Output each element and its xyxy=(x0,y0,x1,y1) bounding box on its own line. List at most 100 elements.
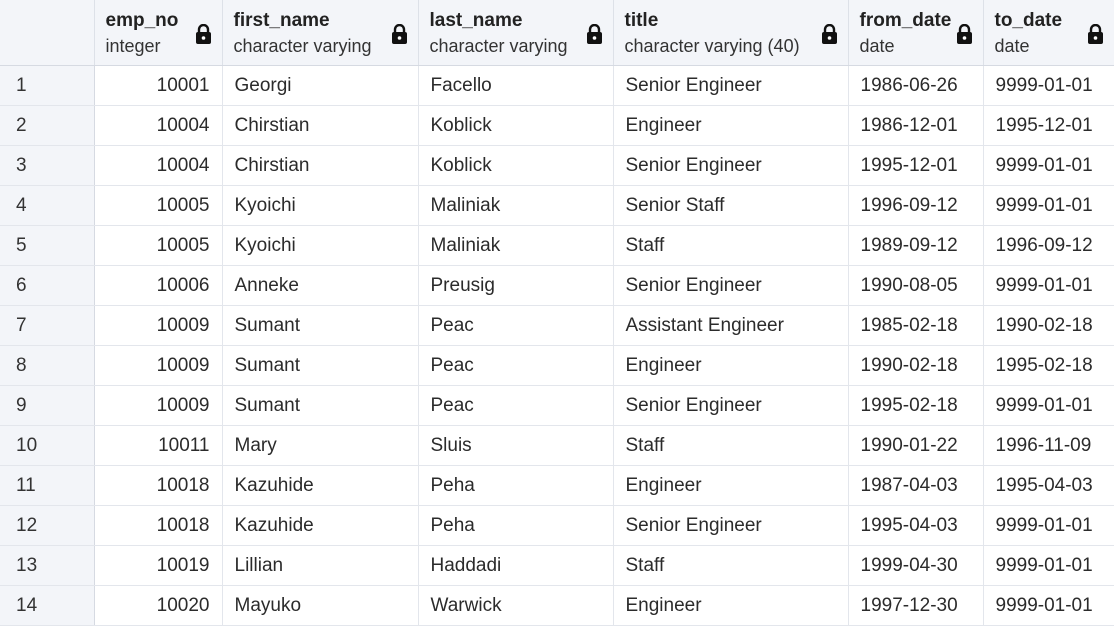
cell-last-name[interactable]: Peha xyxy=(418,465,614,506)
cell-last-name[interactable]: Koblick xyxy=(418,145,614,186)
cell-emp-no[interactable]: 10009 xyxy=(94,345,223,386)
column-header-from-date[interactable]: from_date date xyxy=(848,0,984,66)
cell-first-name[interactable]: Lillian xyxy=(222,545,419,586)
table-row[interactable]: 2 10004 Chirstian Koblick Engineer 1986-… xyxy=(0,105,1114,146)
cell-first-name[interactable]: Mary xyxy=(222,425,419,466)
row-number[interactable]: 13 xyxy=(0,545,95,586)
table-row[interactable]: 10 10011 Mary Sluis Staff 1990-01-22 199… xyxy=(0,425,1114,466)
cell-emp-no[interactable]: 10006 xyxy=(94,265,223,306)
table-row[interactable]: 9 10009 Sumant Peac Senior Engineer 1995… xyxy=(0,385,1114,426)
cell-title[interactable]: Senior Staff xyxy=(613,185,849,226)
table-row[interactable]: 4 10005 Kyoichi Maliniak Senior Staff 19… xyxy=(0,185,1114,226)
cell-emp-no[interactable]: 10004 xyxy=(94,105,223,146)
cell-last-name[interactable]: Maliniak xyxy=(418,185,614,226)
cell-to-date[interactable]: 1995-04-03 xyxy=(983,465,1114,506)
cell-from-date[interactable]: 1990-02-18 xyxy=(848,345,984,386)
cell-emp-no[interactable]: 10004 xyxy=(94,145,223,186)
cell-last-name[interactable]: Peac xyxy=(418,345,614,386)
cell-from-date[interactable]: 1995-02-18 xyxy=(848,385,984,426)
table-row[interactable]: 12 10018 Kazuhide Peha Senior Engineer 1… xyxy=(0,505,1114,546)
row-number[interactable]: 12 xyxy=(0,505,95,546)
table-row[interactable]: 11 10018 Kazuhide Peha Engineer 1987-04-… xyxy=(0,465,1114,506)
cell-first-name[interactable]: Chirstian xyxy=(222,145,419,186)
row-number[interactable]: 11 xyxy=(0,465,95,506)
cell-title[interactable]: Engineer xyxy=(613,105,849,146)
row-number[interactable]: 1 xyxy=(0,65,95,106)
cell-last-name[interactable]: Peha xyxy=(418,505,614,546)
cell-from-date[interactable]: 1989-09-12 xyxy=(848,225,984,266)
cell-emp-no[interactable]: 10001 xyxy=(94,65,223,106)
cell-last-name[interactable]: Maliniak xyxy=(418,225,614,266)
cell-from-date[interactable]: 1985-02-18 xyxy=(848,305,984,346)
cell-title[interactable]: Senior Engineer xyxy=(613,385,849,426)
cell-from-date[interactable]: 1996-09-12 xyxy=(848,185,984,226)
row-number[interactable]: 10 xyxy=(0,425,95,466)
row-number[interactable]: 5 xyxy=(0,225,95,266)
cell-emp-no[interactable]: 10009 xyxy=(94,385,223,426)
cell-first-name[interactable]: Anneke xyxy=(222,265,419,306)
cell-from-date[interactable]: 1990-08-05 xyxy=(848,265,984,306)
table-row[interactable]: 14 10020 Mayuko Warwick Engineer 1997-12… xyxy=(0,585,1114,626)
cell-to-date[interactable]: 1990-02-18 xyxy=(983,305,1114,346)
table-row[interactable]: 8 10009 Sumant Peac Engineer 1990-02-18 … xyxy=(0,345,1114,386)
cell-to-date[interactable]: 1996-11-09 xyxy=(983,425,1114,466)
cell-title[interactable]: Engineer xyxy=(613,345,849,386)
cell-title[interactable]: Senior Engineer xyxy=(613,65,849,106)
cell-last-name[interactable]: Sluis xyxy=(418,425,614,466)
cell-to-date[interactable]: 9999-01-01 xyxy=(983,505,1114,546)
table-row[interactable]: 13 10019 Lillian Haddadi Staff 1999-04-3… xyxy=(0,545,1114,586)
cell-title[interactable]: Senior Engineer xyxy=(613,145,849,186)
cell-from-date[interactable]: 1995-12-01 xyxy=(848,145,984,186)
cell-emp-no[interactable]: 10019 xyxy=(94,545,223,586)
cell-to-date[interactable]: 1995-12-01 xyxy=(983,105,1114,146)
table-row[interactable]: 6 10006 Anneke Preusig Senior Engineer 1… xyxy=(0,265,1114,306)
cell-first-name[interactable]: Mayuko xyxy=(222,585,419,626)
cell-first-name[interactable]: Kyoichi xyxy=(222,185,419,226)
cell-title[interactable]: Staff xyxy=(613,425,849,466)
cell-first-name[interactable]: Sumant xyxy=(222,345,419,386)
row-number[interactable]: 8 xyxy=(0,345,95,386)
cell-first-name[interactable]: Sumant xyxy=(222,305,419,346)
row-number[interactable]: 2 xyxy=(0,105,95,146)
cell-emp-no[interactable]: 10009 xyxy=(94,305,223,346)
cell-emp-no[interactable]: 10005 xyxy=(94,225,223,266)
cell-last-name[interactable]: Preusig xyxy=(418,265,614,306)
cell-to-date[interactable]: 9999-01-01 xyxy=(983,145,1114,186)
row-number[interactable]: 3 xyxy=(0,145,95,186)
cell-emp-no[interactable]: 10018 xyxy=(94,505,223,546)
cell-title[interactable]: Engineer xyxy=(613,585,849,626)
cell-to-date[interactable]: 9999-01-01 xyxy=(983,185,1114,226)
cell-emp-no[interactable]: 10011 xyxy=(94,425,223,466)
cell-to-date[interactable]: 9999-01-01 xyxy=(983,385,1114,426)
row-number-header[interactable] xyxy=(0,0,95,66)
cell-from-date[interactable]: 1997-12-30 xyxy=(848,585,984,626)
cell-title[interactable]: Senior Engineer xyxy=(613,505,849,546)
cell-first-name[interactable]: Kazuhide xyxy=(222,465,419,506)
cell-from-date[interactable]: 1986-12-01 xyxy=(848,105,984,146)
cell-last-name[interactable]: Warwick xyxy=(418,585,614,626)
cell-last-name[interactable]: Peac xyxy=(418,305,614,346)
row-number[interactable]: 14 xyxy=(0,585,95,626)
cell-to-date[interactable]: 9999-01-01 xyxy=(983,545,1114,586)
column-header-first-name[interactable]: first_name character varying xyxy=(222,0,419,66)
cell-last-name[interactable]: Facello xyxy=(418,65,614,106)
cell-first-name[interactable]: Sumant xyxy=(222,385,419,426)
table-row[interactable]: 1 10001 Georgi Facello Senior Engineer 1… xyxy=(0,65,1114,106)
table-row[interactable]: 5 10005 Kyoichi Maliniak Staff 1989-09-1… xyxy=(0,225,1114,266)
cell-title[interactable]: Staff xyxy=(613,545,849,586)
cell-from-date[interactable]: 1986-06-26 xyxy=(848,65,984,106)
cell-emp-no[interactable]: 10020 xyxy=(94,585,223,626)
cell-to-date[interactable]: 1995-02-18 xyxy=(983,345,1114,386)
column-header-last-name[interactable]: last_name character varying xyxy=(418,0,614,66)
cell-from-date[interactable]: 1999-04-30 xyxy=(848,545,984,586)
column-header-emp-no[interactable]: emp_no integer xyxy=(94,0,223,66)
cell-to-date[interactable]: 9999-01-01 xyxy=(983,585,1114,626)
cell-title[interactable]: Assistant Engineer xyxy=(613,305,849,346)
cell-from-date[interactable]: 1990-01-22 xyxy=(848,425,984,466)
cell-to-date[interactable]: 9999-01-01 xyxy=(983,65,1114,106)
cell-last-name[interactable]: Peac xyxy=(418,385,614,426)
cell-first-name[interactable]: Kyoichi xyxy=(222,225,419,266)
cell-to-date[interactable]: 9999-01-01 xyxy=(983,265,1114,306)
cell-emp-no[interactable]: 10018 xyxy=(94,465,223,506)
cell-title[interactable]: Staff xyxy=(613,225,849,266)
